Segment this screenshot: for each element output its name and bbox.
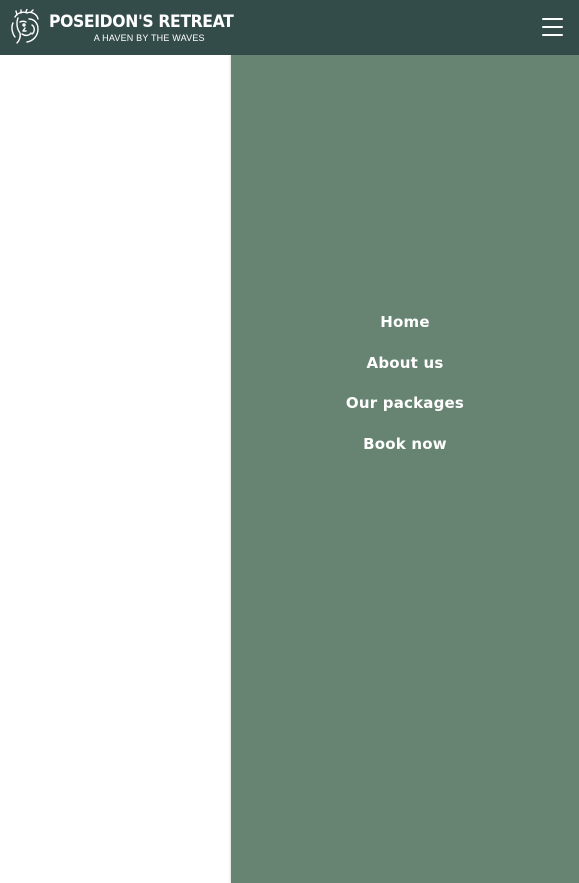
hamburger-menu-icon xyxy=(542,34,563,36)
nav-link-about[interactable]: About us xyxy=(367,354,444,372)
brand-tagline: A HAVEN BY THE WAVES xyxy=(93,32,205,43)
hamburger-menu-icon xyxy=(542,18,563,20)
site-logo[interactable]: POSEIDON'S RETREAT A HAVEN BY THE WAVES xyxy=(9,9,250,45)
poseidon-head-icon xyxy=(11,9,39,44)
nav-item-about: About us xyxy=(231,352,579,393)
nav-drawer: Home About us Our packages Book now xyxy=(231,55,579,883)
nav-link-book[interactable]: Book now xyxy=(363,435,447,453)
menu-toggle-button[interactable] xyxy=(540,15,564,39)
hamburger-menu-icon xyxy=(542,26,563,28)
nav-item-packages: Our packages xyxy=(231,392,579,433)
nav-list: Home About us Our packages Book now xyxy=(231,311,579,473)
site-header: POSEIDON'S RETREAT A HAVEN BY THE WAVES xyxy=(0,0,579,55)
nav-link-packages[interactable]: Our packages xyxy=(346,394,464,412)
nav-link-home[interactable]: Home xyxy=(380,313,429,331)
nav-item-book: Book now xyxy=(231,433,579,474)
nav-item-home: Home xyxy=(231,311,579,352)
brand-name: POSEIDON'S RETREAT xyxy=(49,11,234,32)
